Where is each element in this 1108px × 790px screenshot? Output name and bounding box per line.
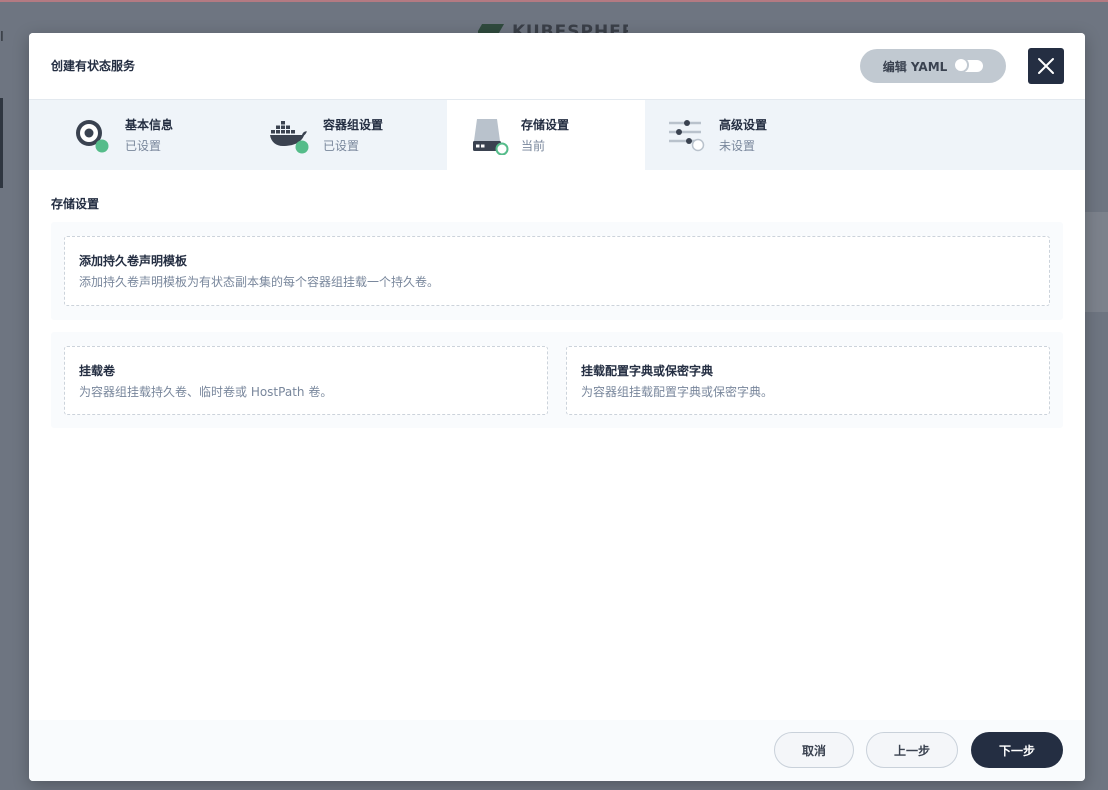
sliders-icon — [669, 120, 705, 152]
backdrop-logo: KUBESPHERE — [478, 22, 628, 33]
add-pvc-template-card[interactable]: 添加持久卷声明模板 添加持久卷声明模板为有状态副本集的每个容器组挂载一个持久卷。 — [64, 236, 1050, 306]
backdrop-left-bar — [0, 98, 3, 188]
logo-mark-icon — [478, 24, 505, 33]
cancel-button[interactable]: 取消 — [774, 732, 854, 768]
close-button[interactable] — [1028, 48, 1064, 84]
edit-yaml-toggle-button[interactable]: 编辑 YAML — [860, 49, 1006, 83]
card-description: 为容器组挂载配置字典或保密字典。 — [581, 385, 774, 399]
card-title: 挂载卷 — [79, 364, 116, 378]
step-status: 当前 — [521, 139, 546, 153]
section-label: 存储设置 — [51, 197, 100, 211]
step-status: 已设置 — [125, 139, 162, 153]
card-description: 为容器组挂载持久卷、临时卷或 HostPath 卷。 — [79, 385, 333, 399]
next-step-button[interactable]: 下一步 — [971, 732, 1063, 768]
step-title: 存储设置 — [521, 118, 570, 132]
pvc-template-group: 添加持久卷声明模板 添加持久卷声明模板为有状态副本集的每个容器组挂载一个持久卷。 — [51, 222, 1063, 320]
card-title: 挂载配置字典或保密字典 — [581, 364, 714, 378]
mount-configmap-secret-card[interactable]: 挂载配置字典或保密字典 为容器组挂载配置字典或保密字典。 — [566, 346, 1050, 415]
logo-text: KUBESPHERE — [512, 22, 628, 33]
toggle-knob — [953, 57, 970, 73]
step-title: 基本信息 — [125, 118, 174, 132]
wizard-steps: 基本信息 已设置 容器组设置 已设置 存储设置 当前 高级设置 未设置 — [29, 100, 1085, 170]
edit-yaml-label: 编辑 YAML — [882, 59, 948, 74]
modal-header: 创建有状态服务 编辑 YAML — [29, 33, 1085, 100]
docker-icon — [270, 121, 309, 154]
previous-step-button[interactable]: 上一步 — [866, 732, 958, 768]
step-title: 容器组设置 — [323, 118, 384, 132]
backdrop-top-line — [0, 0, 1108, 2]
storage-icon — [473, 119, 509, 155]
step-status: 未设置 — [719, 139, 756, 153]
step-pod-settings[interactable]: 容器组设置 已设置 — [227, 100, 425, 170]
yaml-toggle-switch[interactable] — [953, 57, 984, 73]
step-basic-info[interactable]: 基本信息 已设置 — [29, 100, 227, 170]
mount-volume-card[interactable]: 挂载卷 为容器组挂载持久卷、临时卷或 HostPath 卷。 — [64, 346, 548, 415]
create-statefulset-modal: 创建有状态服务 编辑 YAML 基本信息 已设置 容器组设置 已设置 存储设置 … — [29, 33, 1085, 781]
card-title: 添加持久卷声明模板 — [79, 254, 188, 268]
close-icon — [1038, 58, 1054, 74]
step-advanced-settings[interactable]: 高级设置 未设置 — [645, 100, 843, 170]
volume-mount-group: 挂载卷 为容器组挂载持久卷、临时卷或 HostPath 卷。 挂载配置字典或保密… — [51, 332, 1063, 428]
step-storage-settings[interactable]: 存储设置 当前 — [447, 100, 645, 170]
modal-footer: 取消 上一步 下一步 — [29, 720, 1085, 781]
backdrop-right-panel — [1085, 212, 1108, 312]
basic-info-icon — [76, 120, 109, 153]
modal-title: 创建有状态服务 — [51, 59, 136, 73]
backdrop-left-text: I — [0, 30, 4, 45]
card-description: 添加持久卷声明模板为有状态副本集的每个容器组挂载一个持久卷。 — [79, 275, 440, 289]
step-title: 高级设置 — [719, 118, 768, 132]
step-status: 已设置 — [323, 139, 360, 153]
